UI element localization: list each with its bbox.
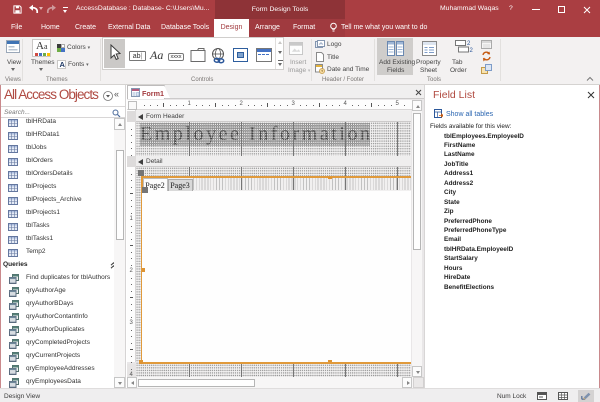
svg-text:2: 2	[467, 41, 471, 47]
svg-text:2: 2	[470, 48, 474, 54]
